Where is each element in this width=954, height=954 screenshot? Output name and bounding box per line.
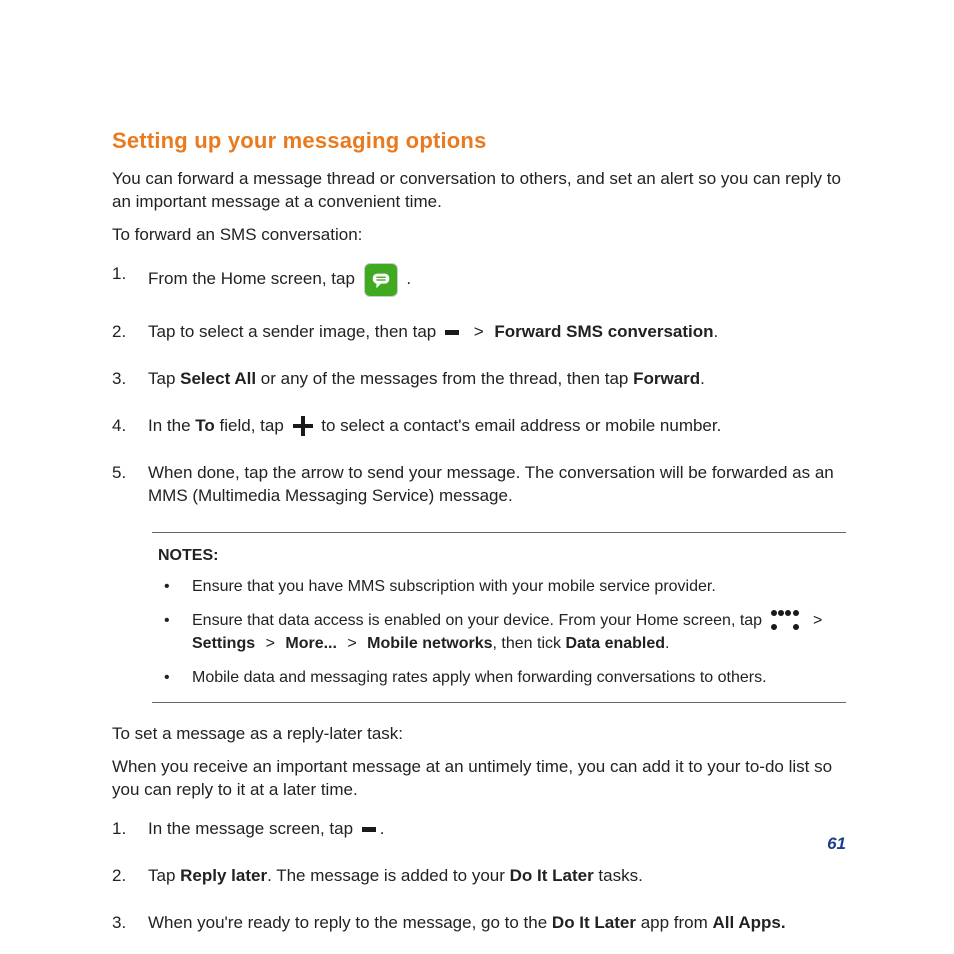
step-3: 3. Tap Select All or any of the messages… xyxy=(112,368,846,391)
note-text: , then tick xyxy=(493,633,566,655)
step-text: From the Home screen, tap xyxy=(148,268,360,291)
step-text: When done, tap the arrow to send your me… xyxy=(148,462,846,508)
messaging-app-icon xyxy=(364,263,398,297)
step-text: . xyxy=(700,369,705,388)
step-bold: All Apps. xyxy=(713,913,786,932)
vertical-dots-icon xyxy=(362,819,376,841)
note-bold: Mobile networks xyxy=(367,633,492,655)
gt-separator: > xyxy=(469,321,488,344)
note-bold: Data enabled xyxy=(565,633,665,655)
step-number: 2. xyxy=(112,321,148,344)
bullet: • xyxy=(158,610,192,655)
step-text: . xyxy=(380,818,385,841)
step-2b: 2. Tap Reply later. The message is added… xyxy=(112,865,846,888)
step-4: 4. In the To field, tap to select a cont… xyxy=(112,415,846,438)
step-bold: Forward SMS conversation xyxy=(494,321,713,344)
notes-list: • Ensure that you have MMS subscription … xyxy=(158,576,840,688)
step-3b: 3. When you're ready to reply to the mes… xyxy=(112,912,846,935)
note-text: . xyxy=(665,633,669,655)
step-text: . xyxy=(402,268,411,291)
step-text: When you're ready to reply to the messag… xyxy=(148,913,552,932)
step-text: app from xyxy=(636,913,713,932)
steps-list-2: 1. In the message screen, tap . 2. Tap R… xyxy=(112,818,846,935)
step-text: field, tap xyxy=(215,415,289,438)
step-text: Tap to select a sender image, then tap xyxy=(148,321,441,344)
step-text: In the message screen, tap xyxy=(148,818,358,841)
step-number: 3. xyxy=(112,912,148,935)
step-text: Tap xyxy=(148,369,180,388)
step-text: . xyxy=(714,321,719,344)
step-text: tasks. xyxy=(594,866,643,885)
intro-paragraph-1: You can forward a message thread or conv… xyxy=(112,168,846,214)
notes-box: NOTES: • Ensure that you have MMS subscr… xyxy=(152,532,846,704)
subhead-1: To set a message as a reply-later task: xyxy=(112,723,846,746)
step-number: 5. xyxy=(112,462,148,485)
note-text: Ensure that you have MMS subscription wi… xyxy=(192,576,840,598)
step-bold: Select All xyxy=(180,369,256,388)
step-text: . The message is added to your xyxy=(267,866,510,885)
page-number: 61 xyxy=(827,834,846,854)
step-bold: Do It Later xyxy=(510,866,594,885)
step-number: 3. xyxy=(112,368,148,391)
note-item: • Mobile data and messaging rates apply … xyxy=(158,667,840,689)
intro-paragraph-2: To forward an SMS conversation: xyxy=(112,224,846,247)
section-title: Setting up your messaging options xyxy=(112,128,846,154)
note-bold: Settings xyxy=(192,633,255,655)
step-bold: Reply later xyxy=(180,866,267,885)
gt-separator: > xyxy=(261,633,279,655)
note-bold: More... xyxy=(285,633,337,655)
step-text: to select a contact's email address or m… xyxy=(317,415,722,438)
step-2: 2. Tap to select a sender image, then ta… xyxy=(112,321,846,344)
bullet: • xyxy=(158,667,192,689)
step-number: 1. xyxy=(112,818,148,841)
bullet: • xyxy=(158,576,192,598)
step-text: or any of the messages from the thread, … xyxy=(256,369,633,388)
step-5: 5. When done, tap the arrow to send your… xyxy=(112,462,846,508)
step-bold: Forward xyxy=(633,369,700,388)
subhead-2: When you receive an important message at… xyxy=(112,756,846,802)
step-number: 1. xyxy=(112,263,148,286)
steps-list-1: 1. From the Home screen, tap . 2. Tap to… xyxy=(112,263,846,508)
note-item: • Ensure that you have MMS subscription … xyxy=(158,576,840,598)
vertical-dots-icon xyxy=(445,321,459,343)
manual-page: Setting up your messaging options You ca… xyxy=(0,0,954,954)
gt-separator: > xyxy=(809,610,827,632)
step-number: 4. xyxy=(112,415,148,438)
notes-title: NOTES: xyxy=(158,545,840,567)
step-text: Tap xyxy=(148,866,180,885)
step-bold: Do It Later xyxy=(552,913,636,932)
note-text: Ensure that data access is enabled on yo… xyxy=(192,610,767,632)
note-item: • Ensure that data access is enabled on … xyxy=(158,610,840,655)
gt-separator: > xyxy=(343,633,361,655)
step-1: 1. From the Home screen, tap . xyxy=(112,263,846,297)
step-bold: To xyxy=(195,415,215,438)
step-1b: 1. In the message screen, tap . xyxy=(112,818,846,841)
apps-grid-icon xyxy=(771,610,799,630)
step-number: 2. xyxy=(112,865,148,888)
step-text: In the xyxy=(148,415,195,438)
note-text: Mobile data and messaging rates apply wh… xyxy=(192,667,840,689)
plus-icon xyxy=(293,416,313,436)
